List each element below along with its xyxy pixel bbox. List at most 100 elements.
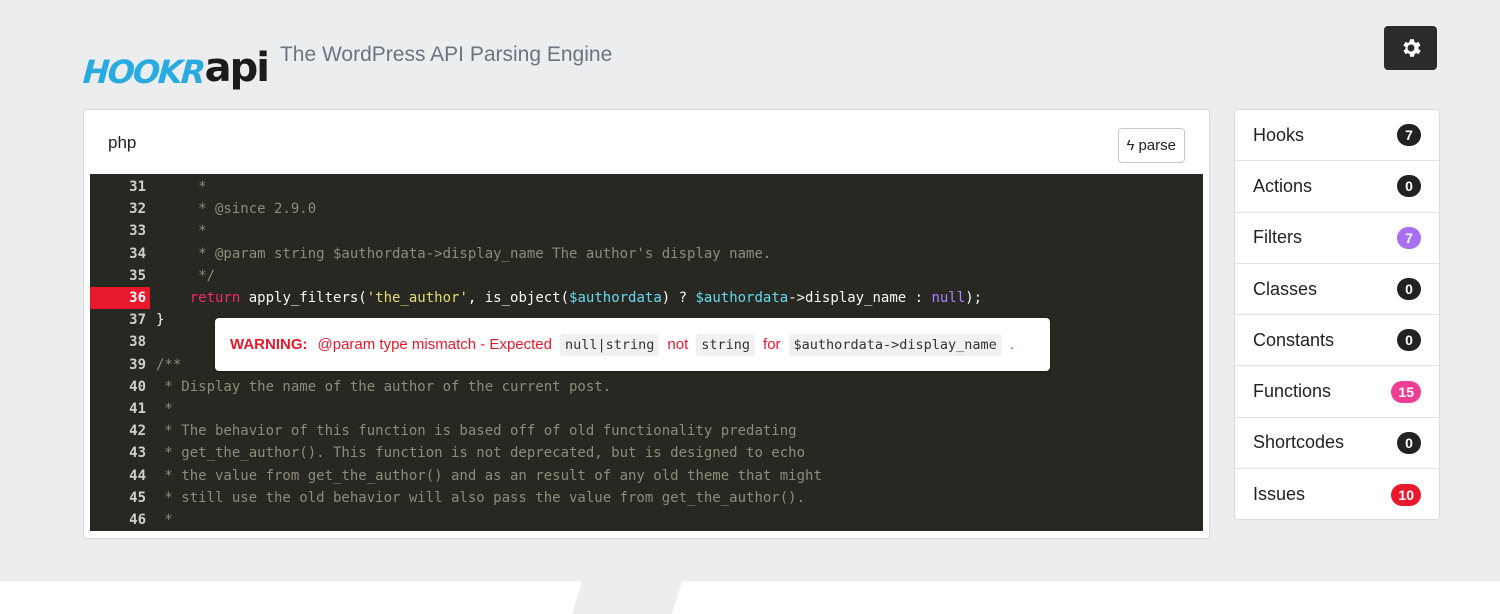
code-token: return (189, 290, 241, 306)
code-line[interactable]: 33 * (90, 220, 1203, 242)
line-number[interactable]: 36 (90, 287, 150, 309)
sidebar-item-label: Hooks (1253, 124, 1305, 145)
code-token: * (156, 512, 173, 528)
line-number[interactable]: 39 (90, 357, 150, 373)
warning-expected-type: null|string (559, 333, 660, 356)
line-source: return apply_filters('the_author', is_ob… (150, 290, 982, 306)
sidebar-item-label: Constants (1253, 329, 1335, 350)
line-source: * (150, 179, 207, 195)
warning-label: WARNING: (230, 336, 308, 353)
code-line[interactable]: 41 * (90, 398, 1203, 420)
line-number[interactable]: 45 (90, 490, 150, 506)
code-line[interactable]: 31 * (90, 176, 1203, 198)
code-token: ->display_name : (788, 290, 932, 306)
warning-target: $authordata->display_name (788, 333, 1002, 356)
line-source: * Display the name of the author of the … (150, 379, 611, 395)
count-badge: 7 (1397, 124, 1421, 147)
sidebar-item-actions[interactable]: Actions 0 (1235, 161, 1439, 213)
line-source: * @param string $authordata->display_nam… (150, 246, 771, 262)
line-source: * (150, 401, 173, 417)
line-source: * The behavior of this function is based… (150, 423, 796, 439)
line-number[interactable]: 35 (90, 268, 150, 284)
code-line[interactable]: 43 * get_the_author(). This function is … (90, 442, 1203, 464)
code-token: */ (156, 267, 216, 284)
code-line[interactable]: 44 * the value from get_the_author() and… (90, 465, 1203, 487)
code-token: * get_the_author(). This function is not… (156, 445, 806, 462)
count-badge: 7 (1397, 226, 1421, 249)
code-token: * still use the old behavior will also p… (156, 489, 806, 506)
code-token: ) ? (661, 290, 696, 306)
code-line[interactable]: 42 * The behavior of this function is ba… (90, 420, 1203, 442)
line-number[interactable]: 37 (90, 312, 150, 328)
code-line-error[interactable]: 36 return apply_filters('the_author', is… (90, 287, 1203, 309)
tagline: The WordPress API Parsing Engine (279, 43, 613, 66)
sidebar-item-filters[interactable]: Filters 7 (1235, 213, 1439, 264)
logo-hookr-text: HOOKR (81, 53, 205, 91)
count-badge: 0 (1397, 278, 1421, 301)
sidebar-item-functions[interactable]: Functions 15 (1235, 366, 1439, 418)
code-token: 'the_author' (366, 290, 468, 306)
line-source: * (150, 512, 173, 528)
line-number[interactable]: 32 (90, 201, 150, 217)
line-number[interactable]: 38 (90, 334, 150, 350)
line-number[interactable]: 31 (90, 179, 150, 195)
code-token: * (156, 401, 173, 417)
language-label: php (108, 133, 137, 152)
line-number[interactable]: 44 (90, 468, 150, 484)
line-number[interactable]: 33 (90, 223, 150, 239)
code-token: null (931, 290, 966, 306)
line-source: * get_the_author(). This function is not… (150, 445, 805, 461)
count-badge: 15 (1391, 380, 1421, 403)
logo-api-text: api (204, 45, 270, 91)
count-badge: 0 (1397, 175, 1421, 198)
code-token: /** (156, 356, 182, 373)
code-token: * (156, 223, 207, 240)
line-source: */ (150, 268, 215, 284)
code-line[interactable]: 40 * Display the name of the author of t… (90, 376, 1203, 398)
bolt-icon: ϟ (1126, 137, 1135, 154)
code-token: $authordata (695, 290, 789, 306)
warning-for-word: for (763, 336, 781, 353)
sidebar-item-classes[interactable]: Classes 0 (1235, 264, 1439, 316)
settings-button[interactable] (1384, 26, 1437, 70)
sidebar-item-hooks[interactable]: Hooks 7 (1235, 110, 1439, 162)
code-token: , is_object( (467, 290, 570, 306)
gear-icon (1402, 39, 1421, 57)
sidebar-item-label: Classes (1253, 278, 1318, 299)
sidebar-item-shortcodes[interactable]: Shortcodes 0 (1235, 418, 1439, 470)
line-number[interactable]: 40 (90, 379, 150, 395)
warning-tooltip: WARNING: @param type mismatch - Expected… (215, 318, 1050, 371)
footer-band (0, 581, 1500, 614)
sidebar-item-constants[interactable]: Constants 0 (1235, 315, 1439, 367)
code-line[interactable]: 32 * @since 2.9.0 (90, 198, 1203, 220)
line-source: } (150, 312, 164, 328)
code-token: * the value from get_the_author() and as… (156, 467, 822, 484)
count-badge: 10 (1391, 483, 1421, 506)
line-number[interactable]: 46 (90, 512, 150, 528)
hookr-api-logo[interactable]: HOOKR api (81, 36, 270, 91)
code-token: * @param string $authordata->display_nam… (156, 245, 772, 262)
sidebar-item-label: Filters (1253, 227, 1302, 248)
parse-button[interactable]: ϟ parse (1117, 128, 1185, 163)
code-line[interactable]: 45 * still use the old behavior will als… (90, 487, 1203, 509)
line-number[interactable]: 34 (90, 246, 150, 262)
header: HOOKR api The WordPress API Parsing Engi… (81, 36, 613, 91)
code-token: * @since 2.9.0 (156, 201, 317, 218)
code-line[interactable]: 35 */ (90, 265, 1203, 287)
code-token: } (156, 312, 165, 329)
line-number[interactable]: 42 (90, 423, 150, 439)
line-number[interactable]: 41 (90, 401, 150, 417)
code-line[interactable]: 34 * @param string $authordata->display_… (90, 243, 1203, 265)
code-token: * (156, 179, 207, 195)
code-line[interactable]: 46 * (90, 509, 1203, 531)
line-source: * @since 2.9.0 (150, 201, 316, 217)
parse-button-label: parse (1138, 137, 1176, 154)
sidebar-item-label: Functions (1253, 381, 1332, 402)
line-number[interactable]: 43 (90, 445, 150, 461)
code-token: apply_filters( (240, 290, 367, 306)
summary-sidebar: Hooks 7 Actions 0 Filters 7 Classes 0 Constants 0… (1234, 109, 1440, 520)
warning-actual-type: string (696, 333, 756, 356)
warning-period: . (1009, 336, 1014, 353)
sidebar-item-issues[interactable]: Issues 10 (1235, 469, 1439, 519)
